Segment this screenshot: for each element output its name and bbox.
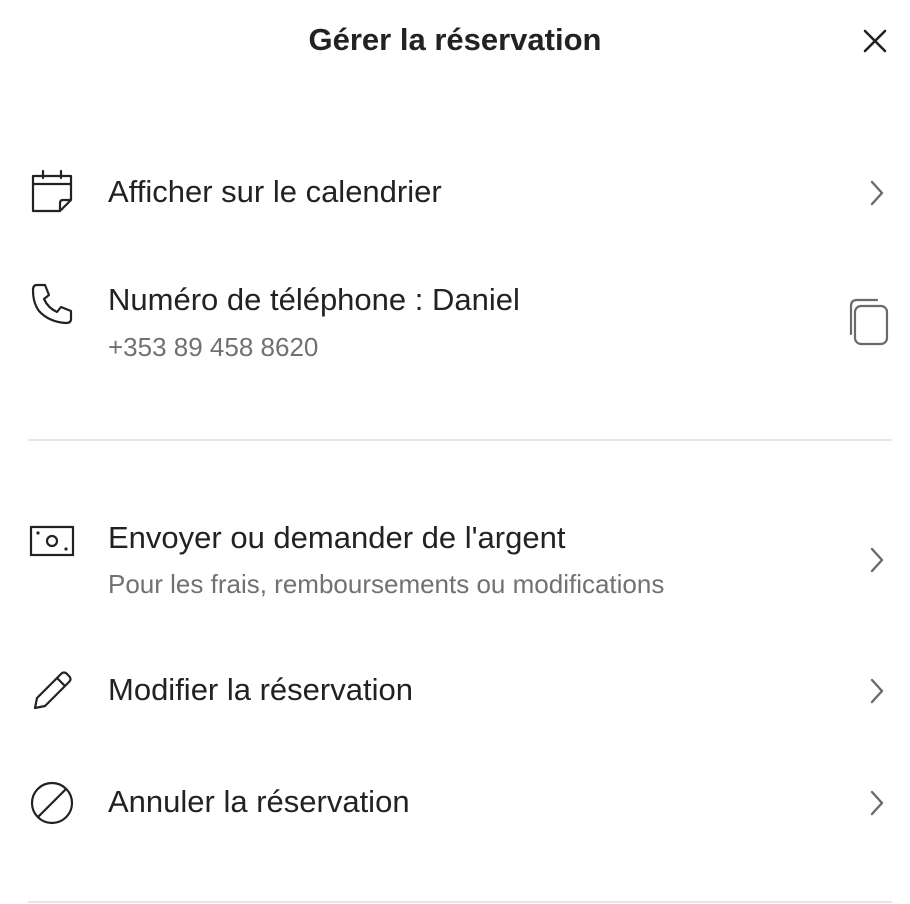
calendar-icon (28, 167, 76, 215)
money-icon (28, 518, 76, 566)
modify-reservation-label: Modifier la réservation (108, 672, 413, 707)
close-icon (863, 29, 887, 53)
phone-icon (28, 280, 76, 328)
modify-reservation-row[interactable]: Modifier la réservation (0, 648, 910, 734)
send-request-money-label: Envoyer ou demander de l'argent (108, 520, 566, 555)
chevron-right-icon (862, 545, 892, 575)
phone-row: Numéro de téléphone : Daniel +353 89 458… (0, 270, 910, 380)
modal-header: Gérer la réservation (0, 0, 910, 82)
section-divider (28, 901, 892, 903)
page-title: Gérer la réservation (308, 22, 602, 57)
section-divider (28, 439, 892, 441)
copy-phone-button[interactable] (842, 294, 894, 350)
view-on-calendar-row[interactable]: Afficher sur le calendrier (0, 150, 910, 236)
phone-label: Numéro de téléphone : Daniel (108, 282, 520, 317)
chevron-right-icon (862, 788, 892, 818)
send-request-money-subtitle: Pour les frais, remboursements ou modifi… (108, 569, 665, 599)
phone-number: +353 89 458 8620 (108, 332, 319, 362)
view-on-calendar-label: Afficher sur le calendrier (108, 174, 442, 209)
cancel-reservation-label: Annuler la réservation (108, 784, 410, 819)
cancel-reservation-row[interactable]: Annuler la réservation (0, 760, 910, 846)
send-request-money-row[interactable]: Envoyer ou demander de l'argent Pour les… (0, 510, 910, 610)
pencil-icon (28, 667, 76, 715)
chevron-right-icon (862, 676, 892, 706)
chevron-right-icon (862, 178, 892, 208)
copy-icon (849, 298, 889, 346)
cancel-icon (28, 779, 76, 827)
close-button[interactable] (852, 18, 898, 64)
